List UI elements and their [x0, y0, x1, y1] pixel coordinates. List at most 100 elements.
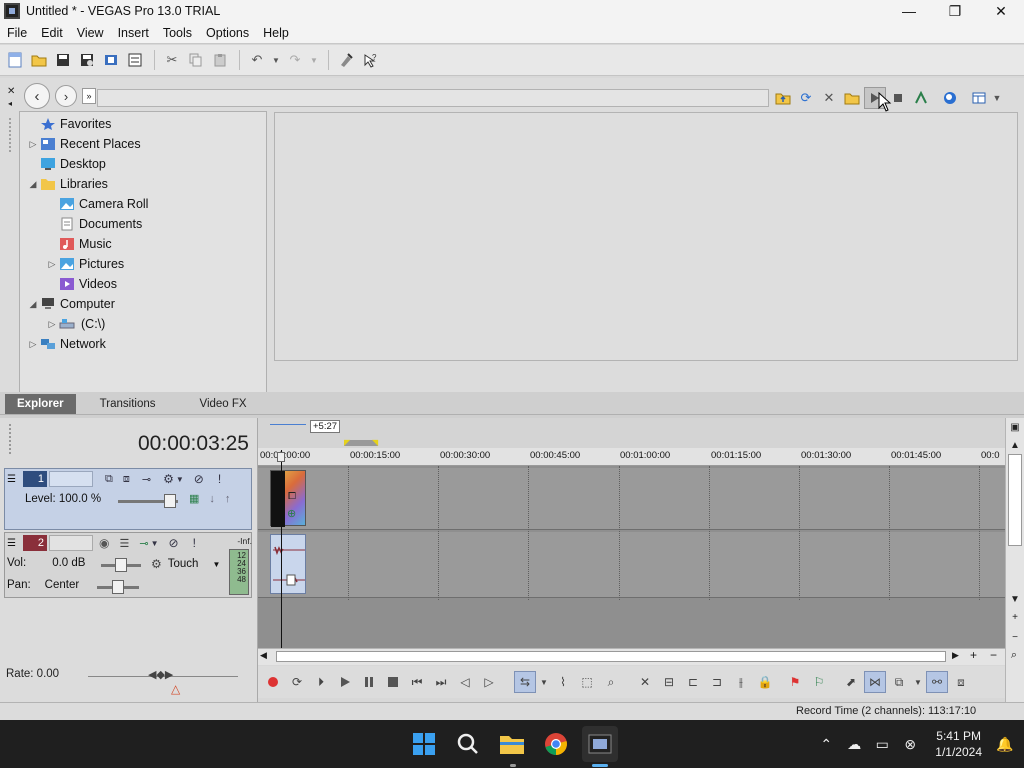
save-icon[interactable]: [52, 49, 74, 71]
track-motion-icon[interactable]: ⊸: [142, 473, 151, 486]
previous-frame-icon[interactable]: ◁: [454, 671, 476, 693]
tree-item-desktop[interactable]: Desktop: [26, 154, 106, 174]
file-explorer-taskbar-button[interactable]: [494, 726, 530, 762]
minimize-track-icon[interactable]: ☰: [7, 474, 19, 485]
insert-region-icon[interactable]: ⚐: [808, 671, 830, 693]
expand-arrow-icon[interactable]: ▷: [45, 319, 59, 330]
menu-help[interactable]: Help: [256, 26, 296, 40]
ignore-event-grouping-icon[interactable]: ⬈: [840, 671, 862, 693]
video-level-slider[interactable]: [118, 494, 178, 508]
automation-mode-label[interactable]: Touch: [168, 558, 199, 570]
go-to-start-icon[interactable]: ⏮: [406, 671, 428, 693]
pause-icon[interactable]: [358, 671, 380, 693]
add-to-favorites-icon[interactable]: [841, 87, 863, 109]
get-media-web-icon[interactable]: [939, 87, 961, 109]
zoom-tool-icon[interactable]: ⌕: [1006, 649, 1022, 664]
notifications-bell-icon[interactable]: 🔔: [992, 731, 1018, 757]
slider-thumb[interactable]: [115, 558, 127, 572]
vegas-taskbar-button[interactable]: [582, 726, 618, 767]
track-fx-dropdown-icon[interactable]: ▼: [151, 539, 159, 548]
go-to-end-icon[interactable]: ⏭: [430, 671, 452, 693]
scroll-left-arrow-icon[interactable]: ◀: [260, 650, 267, 661]
paste-icon[interactable]: [209, 49, 231, 71]
marker-bar[interactable]: +5:27 ◤ ◥: [258, 418, 1005, 448]
split-icon[interactable]: ⫲: [730, 671, 752, 693]
auto-preview-icon[interactable]: [910, 87, 932, 109]
stop-icon[interactable]: [382, 671, 404, 693]
video-track-lane[interactable]: [258, 468, 1005, 530]
back-button[interactable]: ‹: [24, 83, 50, 109]
menu-file[interactable]: File: [0, 26, 34, 40]
zoom-out-vertical-icon[interactable]: −: [1008, 630, 1022, 644]
scroll-thumb[interactable]: [1008, 454, 1022, 546]
scroll-thumb[interactable]: [276, 651, 946, 662]
menu-options[interactable]: Options: [199, 26, 256, 40]
tree-item-c-drive[interactable]: ▷ (C:\): [45, 314, 106, 334]
refresh-icon[interactable]: ⟳: [795, 87, 817, 109]
up-one-level-icon[interactable]: [772, 87, 794, 109]
event-pan-crop-icon[interactable]: ⧠: [288, 491, 296, 502]
playhead-cursor[interactable]: [281, 450, 282, 648]
move-track-up-icon[interactable]: ↑: [225, 493, 231, 505]
whats-this-help-icon[interactable]: ?: [359, 49, 381, 71]
timeline-horizontal-scrollbar[interactable]: ◀ ▶ + −: [258, 648, 1005, 665]
timeline-area[interactable]: +5:27 ◤ ◥ 00:00:00:00 00:00:15:00 00:00:…: [258, 418, 1005, 648]
zoom-in-vertical-icon[interactable]: +: [1008, 610, 1022, 624]
slider-thumb[interactable]: [112, 580, 124, 594]
open-folder-icon[interactable]: [28, 49, 50, 71]
volume-muted-icon[interactable]: ⊗: [897, 731, 923, 757]
collapse-arrow-icon[interactable]: ◢: [26, 299, 40, 310]
scroll-right-arrow-icon[interactable]: ▶: [952, 650, 959, 661]
arm-for-record-icon[interactable]: ◉: [99, 536, 109, 550]
auto-ripple-icon[interactable]: ⧉: [888, 671, 910, 693]
expand-arrow-icon[interactable]: ▷: [45, 259, 59, 270]
chrome-taskbar-button[interactable]: [538, 726, 574, 762]
audio-track-header[interactable]: ☰ 2 ◉ ☰ ⊸ ▼ ⊘ ! Vol: 0.0 dB ⚙ Touch ▼ Pa…: [4, 532, 252, 598]
video-track-header[interactable]: ☰ 1 ⧉ ⧈ ⊸ ⚙ ▼ ⊘ ! Level: 100.0 % ▦ ↓ ↑: [4, 468, 252, 530]
enable-snapping-icon[interactable]: [335, 49, 357, 71]
redo-icon[interactable]: ↷: [284, 49, 306, 71]
tree-item-network[interactable]: ▷ Network: [26, 334, 106, 354]
dock-grip[interactable]: ✕ ◂: [4, 82, 18, 382]
slider-thumb[interactable]: [164, 494, 176, 508]
invert-phase-icon[interactable]: ☰: [119, 537, 129, 550]
copy-icon[interactable]: [185, 49, 207, 71]
menu-edit[interactable]: Edit: [34, 26, 70, 40]
compositing-mode-icon[interactable]: ⧉: [105, 473, 113, 486]
history-dropdown-icon[interactable]: »: [82, 88, 96, 104]
path-field[interactable]: [97, 89, 769, 107]
scroll-up-arrow-icon[interactable]: ▲: [1008, 438, 1022, 452]
bypass-motion-blur-icon[interactable]: ▦: [189, 492, 199, 505]
edit-tool-dropdown-icon[interactable]: ▼: [538, 671, 550, 693]
undo-icon[interactable]: ↶: [246, 49, 268, 71]
minimize-button[interactable]: —: [886, 0, 932, 22]
delete-event-icon[interactable]: ✕: [634, 671, 656, 693]
audio-clip[interactable]: [270, 534, 306, 594]
tree-item-libraries[interactable]: ◢ Libraries: [26, 174, 108, 194]
tree-item-computer[interactable]: ◢ Computer: [26, 294, 115, 314]
volume-slider[interactable]: [101, 558, 141, 572]
tree-item-camera-roll[interactable]: Camera Roll: [45, 194, 148, 214]
properties-icon[interactable]: [124, 49, 146, 71]
delete-icon[interactable]: ✕: [818, 87, 840, 109]
mute-icon[interactable]: ⊘: [194, 472, 204, 486]
record-icon[interactable]: [262, 671, 284, 693]
network-status-icon[interactable]: ▭: [869, 731, 895, 757]
envelope-edit-tool-icon[interactable]: ⌇: [552, 671, 574, 693]
auto-crossfade-icon[interactable]: ⋈: [864, 671, 886, 693]
video-clip[interactable]: ⧠ ⊕: [270, 470, 306, 527]
scroll-down-arrow-icon[interactable]: ▼: [1008, 592, 1022, 606]
zoom-edit-tool-icon[interactable]: ⌕: [600, 671, 622, 693]
show-hidden-icons-icon[interactable]: ⌃: [813, 731, 839, 757]
playhead-handle[interactable]: [277, 452, 285, 462]
redo-dropdown-icon[interactable]: ▼: [308, 49, 320, 71]
tree-item-videos[interactable]: Videos: [45, 274, 117, 294]
tree-item-documents[interactable]: Documents: [45, 214, 142, 234]
pan-slider[interactable]: [97, 580, 139, 594]
tree-item-favorites[interactable]: Favorites: [26, 114, 111, 134]
snap-to-grid-icon[interactable]: ⧈: [950, 671, 972, 693]
system-clock[interactable]: 5:41 PM 1/1/2024: [935, 728, 982, 760]
tree-item-music[interactable]: Music: [45, 234, 112, 254]
next-frame-icon[interactable]: ▷: [478, 671, 500, 693]
solo-icon[interactable]: !: [193, 536, 196, 550]
